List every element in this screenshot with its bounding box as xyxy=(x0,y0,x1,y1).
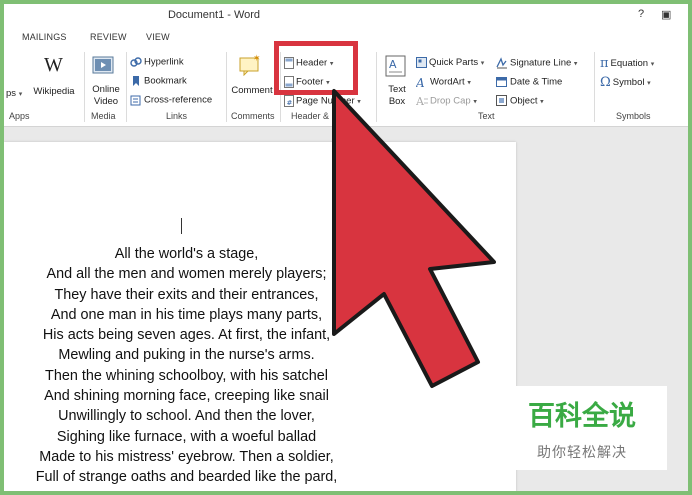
watermark-subtitle: 助你轻松解决 xyxy=(537,444,627,460)
watermark-title: 百科全说 xyxy=(528,401,636,431)
word-window: Document1 - Word ? ▣ MAILINGS REVIEW VIE… xyxy=(4,4,688,491)
watermark: 百科全说 助你轻松解决 xyxy=(507,386,667,470)
